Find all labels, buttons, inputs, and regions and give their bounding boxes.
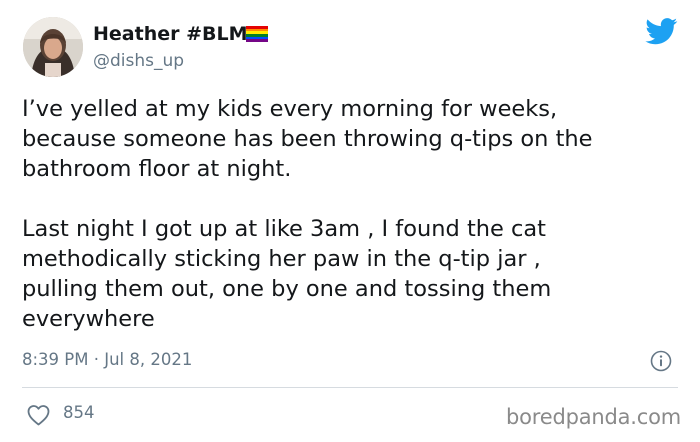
display-name[interactable]: Heather #BLM bbox=[93, 21, 248, 47]
watermark: boredpanda.com bbox=[506, 405, 682, 429]
flag-stripe bbox=[246, 39, 268, 43]
tweet-line: I’ve yelled at my kids every morning for… bbox=[22, 96, 558, 122]
tweet-line: bathroom floor at night. bbox=[22, 156, 292, 182]
tweet-text: I’ve yelled at my kids every morning for… bbox=[22, 94, 692, 334]
like-count: 854 bbox=[63, 403, 95, 422]
heart-icon[interactable] bbox=[26, 404, 51, 426]
tweet-card: Heather #BLM @dishs_up I’ve yelled at my… bbox=[0, 0, 700, 442]
tweet-line: because someone has been throwing q-tips… bbox=[22, 126, 593, 152]
twitter-bird-icon[interactable] bbox=[645, 18, 678, 45]
user-handle[interactable]: @dishs_up bbox=[93, 49, 184, 73]
tweet-timestamp[interactable]: 8:39 PM · Jul 8, 2021 bbox=[22, 349, 192, 371]
tweet-line: methodically sticking her paw in the q-t… bbox=[22, 246, 541, 272]
avatar[interactable] bbox=[23, 17, 83, 77]
tweet-line: Last night I got up at like 3am , I foun… bbox=[22, 216, 547, 242]
divider bbox=[22, 387, 678, 388]
rainbow-flag-icon bbox=[246, 26, 268, 43]
tweet-line: pulling them out, one by one and tossing… bbox=[22, 276, 552, 302]
tweet-line: everywhere bbox=[22, 306, 155, 332]
info-icon[interactable] bbox=[650, 350, 672, 372]
profile-photo bbox=[23, 17, 83, 77]
